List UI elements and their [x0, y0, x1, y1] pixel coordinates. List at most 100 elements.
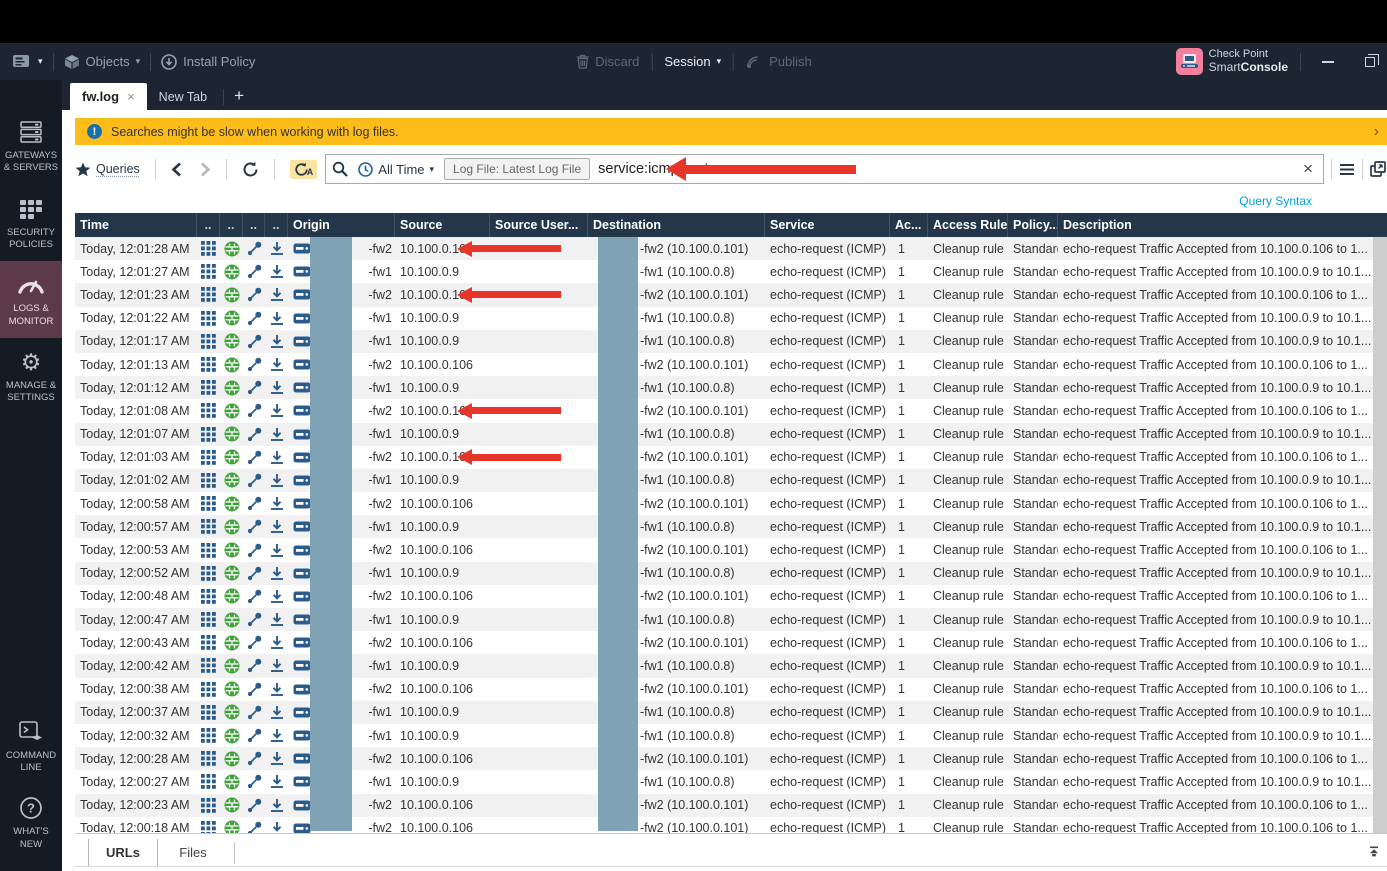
sidebar-item-logs-monitor[interactable]: LOGS & MONITOR [0, 261, 62, 338]
column-header-icon2[interactable]: .. [220, 213, 243, 237]
time-filter-dropdown[interactable]: All Time ▾ [358, 162, 434, 177]
column-header-service[interactable]: Service [765, 213, 890, 237]
log-table-row[interactable]: Today, 12:00:28 AM -fw2 10.100.0.106 -fw… [75, 747, 1373, 770]
log-table-row[interactable]: Today, 12:00:23 AM -fw2 10.100.0.106 -fw… [75, 794, 1373, 817]
scroll-top-icon [1369, 846, 1379, 857]
log-table-row[interactable]: Today, 12:00:48 AM -fw2 10.100.0.106 -fw… [75, 585, 1373, 608]
firewall-blade-icon [220, 631, 243, 654]
auto-refresh-toggle[interactable]: A [290, 160, 318, 179]
column-header-destination[interactable]: Destination [588, 213, 765, 237]
query-forward-button[interactable] [200, 162, 211, 177]
log-grid-icon [197, 353, 220, 376]
column-header-icon1[interactable]: .. [197, 213, 220, 237]
cell-source: 10.100.0.106 [395, 538, 490, 561]
cell-access-rule-number: 1 [890, 585, 928, 608]
cell-policy: Standard [1008, 585, 1058, 608]
footer-tab-files[interactable]: Files [158, 839, 228, 867]
log-table-row[interactable]: Today, 12:00:47 AM -fw1 10.100.0.9 -fw1 … [75, 608, 1373, 631]
tab-new-tab-label: New Tab [159, 90, 207, 104]
column-header-access-rule-name[interactable]: Access Rule N... [928, 213, 1008, 237]
log-table-row[interactable]: Today, 12:00:42 AM -fw1 10.100.0.9 -fw1 … [75, 654, 1373, 677]
log-table-row[interactable]: Today, 12:00:32 AM -fw1 10.100.0.9 -fw1 … [75, 724, 1373, 747]
publish-button[interactable]: Publish [746, 54, 812, 69]
query-menu-button[interactable] [1339, 163, 1355, 176]
tab-fwlog[interactable]: fw.log × [70, 83, 147, 110]
log-table-row[interactable]: Today, 12:00:58 AM -fw2 10.100.0.106 -fw… [75, 492, 1373, 515]
objects-button[interactable]: Objects ▾ [64, 54, 141, 70]
log-table-row[interactable]: Today, 12:01:03 AM -fw2 10.100.0.106 -fw… [75, 446, 1373, 469]
cell-description: echo-request Traffic Accepted from 10.10… [1058, 747, 1373, 770]
log-table-row[interactable]: Today, 12:01:13 AM -fw2 10.100.0.106 -fw… [75, 353, 1373, 376]
log-file-chip[interactable]: Log File: Latest Log File [444, 158, 590, 180]
log-table-row[interactable]: Today, 12:00:43 AM -fw2 10.100.0.106 -fw… [75, 631, 1373, 654]
restore-button[interactable] [1355, 47, 1385, 77]
query-back-button[interactable] [171, 162, 182, 177]
column-header-policy[interactable]: Policy... [1008, 213, 1058, 237]
log-grid-icon [197, 747, 220, 770]
session-button[interactable]: Session ▾ [664, 54, 721, 69]
log-table-row[interactable]: Today, 12:00:53 AM -fw2 10.100.0.106 -fw… [75, 538, 1373, 561]
source-text: 10.100.0.9 [400, 427, 459, 441]
column-header-icon3[interactable]: .. [243, 213, 265, 237]
sidebar-item-command-line[interactable]: COMMAND LINE [0, 708, 62, 785]
firewall-blade-icon [220, 515, 243, 538]
tab-new-tab[interactable]: New Tab [147, 83, 219, 110]
column-header-source-user[interactable]: Source User... [490, 213, 588, 237]
discard-button[interactable]: Discard [575, 54, 639, 69]
column-header-icon4[interactable]: .. [265, 213, 288, 237]
sidebar-item-whats-new[interactable]: ? WHAT'S NEW [0, 784, 62, 861]
log-table-row[interactable]: Today, 12:01:07 AM -fw1 10.100.0.9 -fw1 … [75, 423, 1373, 446]
sidebar-item-gateways-servers[interactable]: GATEWAYS & SERVERS [0, 108, 62, 185]
query-syntax-link[interactable]: Query Syntax [1239, 194, 1312, 208]
log-table-row[interactable]: Today, 12:00:18 AM -fw2 10.100.0.106 -fw… [75, 817, 1373, 833]
sidebar-item-manage-settings[interactable]: ⚙ MANAGE & SETTINGS [0, 338, 62, 415]
log-table-row[interactable]: Today, 12:00:37 AM -fw1 10.100.0.9 -fw1 … [75, 701, 1373, 724]
log-table-row[interactable]: Today, 12:00:27 AM -fw1 10.100.0.9 -fw1 … [75, 770, 1373, 793]
column-header-source[interactable]: Source [395, 213, 490, 237]
minimize-button[interactable] [1313, 47, 1343, 77]
log-table-row[interactable]: Today, 12:00:57 AM -fw1 10.100.0.9 -fw1 … [75, 515, 1373, 538]
cell-time: Today, 12:01:27 AM [75, 260, 197, 283]
main-menu-button[interactable]: ▾ [12, 54, 43, 70]
clear-query-button[interactable]: × [1299, 159, 1317, 179]
column-header-time[interactable]: Time [75, 213, 197, 237]
log-table-row[interactable]: Today, 12:01:27 AM -fw1 10.100.0.9 -fw1 … [75, 260, 1373, 283]
log-table-row[interactable]: Today, 12:01:08 AM -fw2 10.100.0.106 -fw… [75, 399, 1373, 422]
sidebar-item-security-policies[interactable]: SECURITY POLICIES [0, 185, 62, 262]
banner-chevron-icon[interactable]: › [1374, 123, 1379, 141]
tab-close-icon[interactable]: × [127, 89, 135, 104]
footer-tab-urls[interactable]: URLs [88, 839, 158, 867]
cell-source-user [490, 817, 588, 833]
source-text: 10.100.0.106 [400, 682, 473, 696]
annotation-arrow-row [457, 449, 561, 466]
cell-access-rule-number: 1 [890, 376, 928, 399]
origin-text: -fw1 [368, 775, 392, 789]
vertical-scrollbar[interactable] [1373, 237, 1387, 833]
log-table-row[interactable]: Today, 12:01:12 AM -fw1 10.100.0.9 -fw1 … [75, 376, 1373, 399]
column-header-access[interactable]: Ac... [890, 213, 928, 237]
origin-text: -fw2 [368, 497, 392, 511]
cell-description: echo-request Traffic Accepted from 10.10… [1058, 724, 1373, 747]
open-new-window-button[interactable] [1370, 161, 1387, 177]
install-policy-button[interactable]: Install Policy [161, 54, 255, 70]
log-table-row[interactable]: Today, 12:01:28 AM -fw2 10.100.0.106 -fw… [75, 237, 1373, 260]
scroll-top-button[interactable] [1369, 844, 1379, 862]
add-tab-button[interactable]: + [228, 86, 254, 110]
cell-source: 10.100.0.106 [395, 585, 490, 608]
divider [1300, 53, 1301, 71]
log-table-row[interactable]: Today, 12:01:17 AM -fw1 10.100.0.9 -fw1 … [75, 330, 1373, 353]
origin-text: -fw1 [368, 334, 392, 348]
log-table-row[interactable]: Today, 12:01:23 AM -fw2 10.100.0.106 -fw… [75, 283, 1373, 306]
log-table-row[interactable]: Today, 12:01:02 AM -fw1 10.100.0.9 -fw1 … [75, 469, 1373, 492]
log-table-row[interactable]: Today, 12:00:38 AM -fw2 10.100.0.106 -fw… [75, 678, 1373, 701]
queries-button[interactable]: Queries [75, 162, 140, 177]
column-header-origin[interactable]: Origin [288, 213, 395, 237]
log-table-row[interactable]: Today, 12:00:52 AM -fw1 10.100.0.9 -fw1 … [75, 562, 1373, 585]
cell-source-user [490, 260, 588, 283]
sidebar-label: SECURITY POLICIES [2, 227, 60, 252]
log-table-row[interactable]: Today, 12:01:22 AM -fw1 10.100.0.9 -fw1 … [75, 307, 1373, 330]
refresh-button[interactable] [242, 161, 259, 178]
source-text: 10.100.0.9 [400, 265, 459, 279]
column-header-description[interactable]: Description [1058, 213, 1387, 237]
cell-source: 10.100.0.9 [395, 307, 490, 330]
